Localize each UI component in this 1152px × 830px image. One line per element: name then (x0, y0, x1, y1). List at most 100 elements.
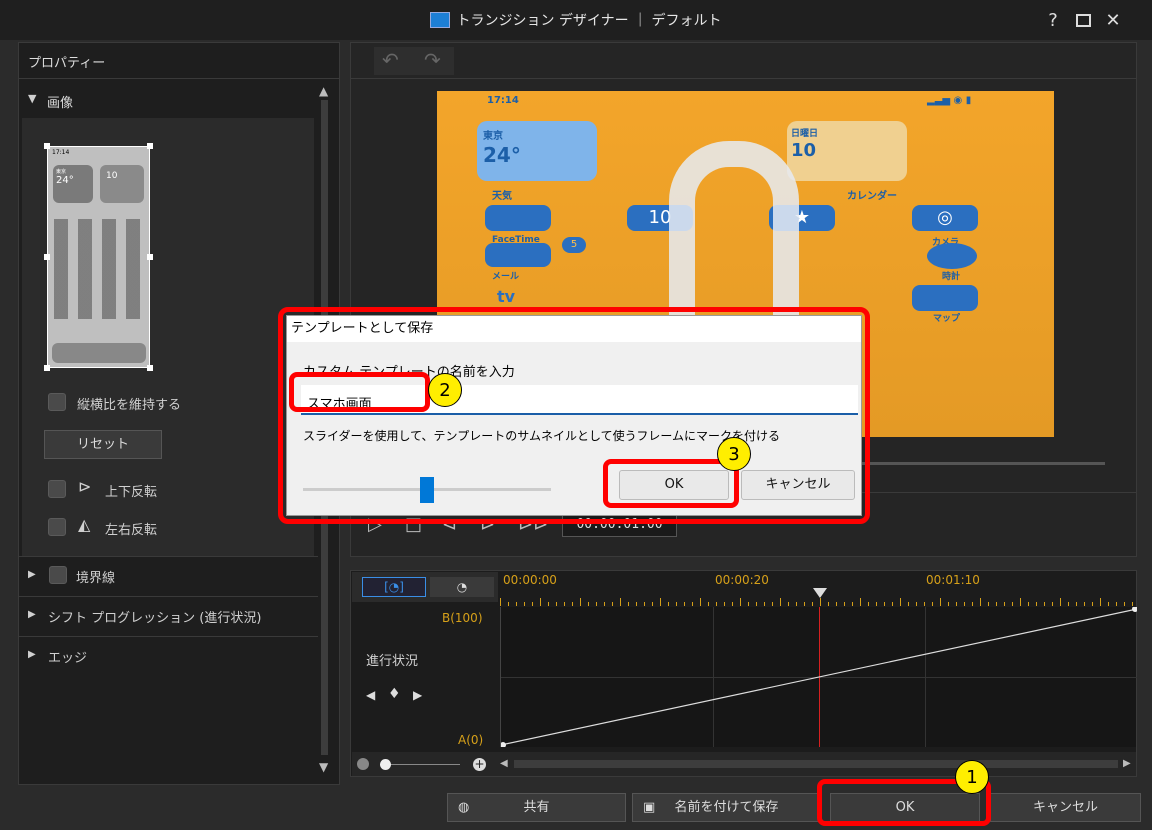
ruler-tick (828, 602, 829, 606)
resize-handle[interactable] (147, 143, 153, 149)
thumb-calendar-widget: 10 (100, 165, 144, 203)
expand-down-icon[interactable]: ▼ (28, 92, 36, 105)
divider (350, 78, 1137, 79)
ruler-tick (500, 598, 501, 606)
save-icon: ▣ (643, 800, 656, 815)
resize-handle[interactable] (147, 365, 153, 371)
ruler-tick (692, 602, 693, 606)
undo-icon[interactable]: ↶ (382, 48, 399, 72)
track-label: 進行状況 (366, 654, 419, 669)
ruler-tick (1052, 602, 1053, 606)
properties-header: プロパティー (28, 56, 106, 71)
add-keyframe-icon[interactable]: ♦ (388, 686, 401, 702)
app-logo-icon (430, 12, 451, 28)
scroll-left-icon[interactable]: ◀ (500, 758, 508, 769)
dialog-title: テンプレートとして保存 (287, 316, 861, 342)
flip-horizontal-icon: ◭ (78, 515, 91, 534)
ruler-tick (756, 602, 757, 606)
resize-handle[interactable] (44, 254, 50, 260)
ruler-tick (588, 602, 589, 606)
ruler-tick (516, 602, 517, 606)
ruler-tick (1108, 602, 1109, 606)
next-keyframe-icon[interactable]: ▶ (413, 688, 422, 702)
globe-icon: ◍ (458, 800, 470, 815)
prev-keyframe-icon[interactable]: ◀ (366, 688, 375, 702)
a-label: A(0) (458, 733, 484, 747)
redo-icon[interactable]: ↷ (424, 48, 441, 72)
maximize-button[interactable] (1070, 8, 1096, 34)
resize-handle[interactable] (44, 143, 50, 149)
ruler-tick (596, 602, 597, 606)
ruler-tick (580, 598, 581, 606)
save-as-button[interactable]: ▣ 名前を付けて保存 (632, 793, 821, 822)
save-template-dialog: テンプレートとして保存 カスタム テンプレートの名前を入力 スマホ画面 スライダ… (286, 315, 862, 516)
ruler-tick (556, 602, 557, 606)
playhead-handle[interactable] (813, 588, 827, 598)
expand-right-icon[interactable]: ▶ (28, 569, 36, 580)
ruler-tick (924, 602, 925, 606)
close-button[interactable]: ✕ (1100, 8, 1126, 34)
image-section-label[interactable]: 画像 (47, 92, 73, 111)
ruler-tick (892, 602, 893, 606)
ruler-tick (916, 602, 917, 606)
scroll-up-icon[interactable]: ▲ (319, 84, 328, 98)
flip-vertical-checkbox[interactable] (48, 480, 66, 498)
keyframe-mode-button[interactable]: [◔] (362, 577, 426, 597)
zoom-in-icon[interactable]: + (473, 758, 486, 771)
timeline-scrollbar[interactable] (514, 760, 1118, 768)
keep-aspect-checkbox[interactable] (48, 393, 66, 411)
mail-app-icon (485, 243, 551, 267)
flip-horizontal-checkbox[interactable] (48, 518, 66, 536)
ruler-tick (676, 602, 677, 606)
expand-right-icon[interactable]: ▶ (28, 609, 36, 620)
edge-label[interactable]: エッジ (48, 647, 87, 666)
share-button[interactable]: ◍ 共有 (447, 793, 626, 822)
ruler-tick (852, 602, 853, 606)
thumbnail-slider-thumb[interactable] (420, 477, 434, 503)
ruler-tick (860, 598, 861, 606)
ruler-tick (1076, 602, 1077, 606)
resize-handle[interactable] (44, 365, 50, 371)
callout-3: 3 (717, 437, 751, 471)
maps-app-icon (912, 285, 978, 311)
border-checkbox[interactable] (49, 566, 67, 584)
preview-calendar-widget: 日曜日 10 (787, 121, 907, 181)
ruler-tick (1100, 598, 1101, 606)
window-title: トランジション デザイナー ｜ デフォルト (0, 10, 1152, 30)
tv-app-label: tv (497, 287, 516, 306)
scroll-down-icon[interactable]: ▼ (319, 760, 328, 774)
zoom-slider[interactable] (380, 764, 460, 765)
ruler-tick (1004, 602, 1005, 606)
ruler-tick (636, 602, 637, 606)
dialog-cancel-button[interactable]: キャンセル (741, 470, 855, 500)
scroll-right-icon[interactable]: ▶ (1123, 758, 1131, 769)
time-label: 00:00:20 (715, 573, 769, 587)
keep-aspect-label: 縦横比を維持する (77, 398, 182, 413)
zoom-out-icon[interactable] (357, 758, 369, 770)
border-label[interactable]: 境界線 (76, 567, 115, 586)
time-label: 00:01:10 (926, 573, 980, 587)
callout-1: 1 (955, 760, 989, 794)
resize-handle[interactable] (147, 254, 153, 260)
ruler-tick (1084, 602, 1085, 606)
highlight-dialog-ok (603, 459, 739, 508)
cancel-button[interactable]: キャンセル (990, 793, 1141, 822)
expand-right-icon[interactable]: ▶ (28, 649, 36, 660)
graph-area (500, 607, 1137, 747)
ruler-tick (788, 602, 789, 606)
clock-mode-button[interactable]: ◔ (430, 577, 494, 597)
ruler-tick (940, 598, 941, 606)
ruler-tick (772, 602, 773, 606)
help-button[interactable]: ? (1040, 8, 1066, 34)
ruler-tick (572, 602, 573, 606)
ruler-tick (1068, 602, 1069, 606)
ruler-tick (724, 602, 725, 606)
zoom-slider-thumb[interactable] (380, 759, 391, 770)
shift-progression-label[interactable]: シフト プログレッション (進行状況) (48, 607, 261, 626)
image-thumbnail[interactable]: 17:14 東京 24° 10 (47, 146, 150, 368)
divider (18, 596, 318, 597)
ruler-tick (844, 602, 845, 606)
reset-button[interactable]: リセット (44, 430, 162, 459)
ruler-tick (644, 602, 645, 606)
ruler-tick (868, 602, 869, 606)
